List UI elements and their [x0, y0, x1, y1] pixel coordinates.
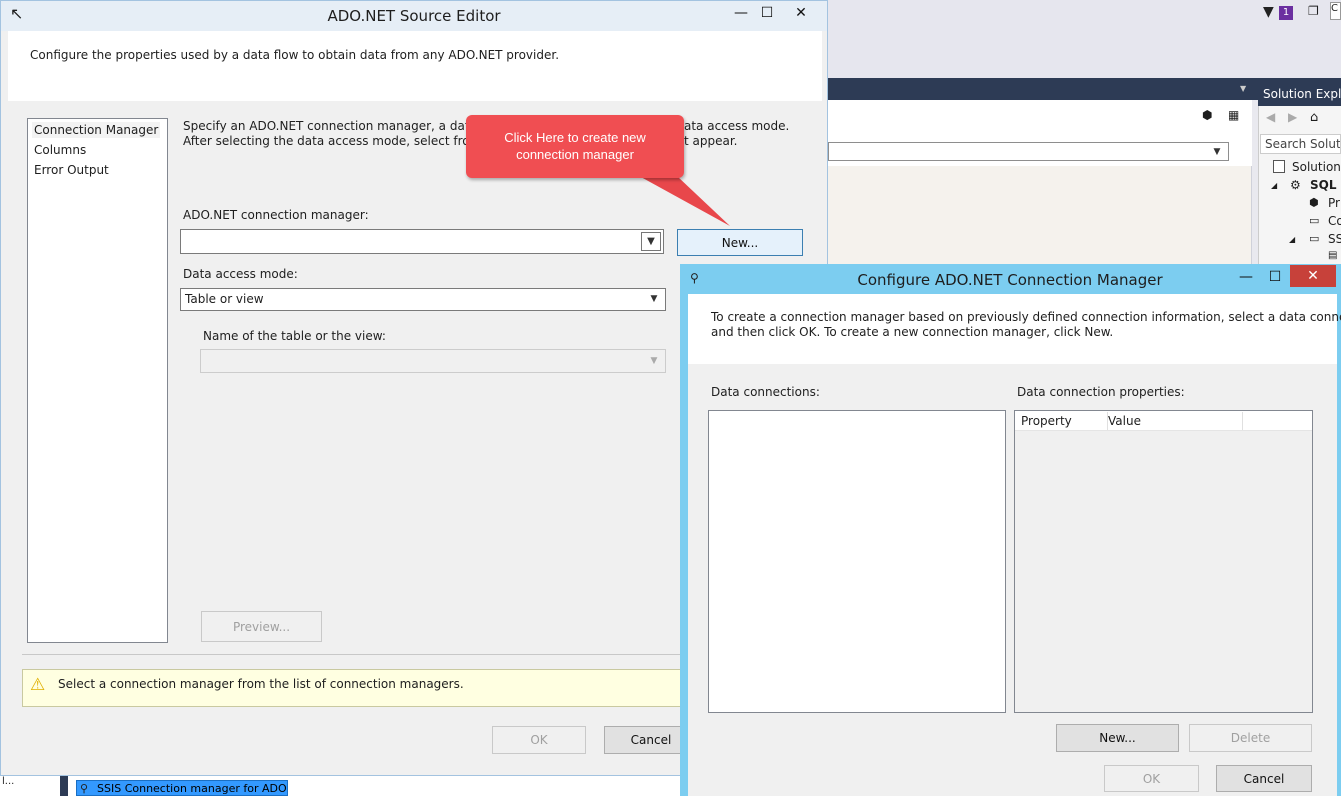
column-header-property[interactable]: Property: [1016, 412, 1108, 430]
data-connections-list[interactable]: [708, 410, 1006, 713]
taskbar-left-text: l...: [2, 776, 15, 787]
conn-dialog-maximize-button[interactable]: ☐: [1261, 266, 1289, 288]
filter-badge: 1: [1279, 6, 1293, 20]
solution-explorer-title[interactable]: Solution Explor: [1258, 82, 1341, 106]
tree-item-pr[interactable]: Pr: [1328, 196, 1340, 210]
data-access-mode-value: Table or view: [185, 292, 264, 306]
close-button[interactable]: ✕: [784, 2, 818, 24]
top-right-box[interactable]: C: [1330, 2, 1341, 20]
project-icon: ⚙: [1290, 178, 1301, 192]
chevron-down-icon: ▼: [650, 294, 658, 304]
tree-item-project[interactable]: SQL S: [1310, 178, 1341, 192]
forward-icon[interactable]: ▶: [1288, 110, 1302, 124]
table-name-label: Name of the table or the view:: [203, 329, 386, 343]
folder-icon: ▭: [1309, 214, 1320, 227]
source-editor-description: Configure the properties used by a data …: [30, 48, 560, 62]
instructions-line1: Specify an ADO.NET connection manager, a…: [183, 119, 507, 133]
source-editor-header: [8, 31, 822, 101]
conn-dialog-ok-button[interactable]: OK: [1104, 765, 1199, 792]
data-connections-label: Data connections:: [711, 385, 820, 399]
preview-button[interactable]: Preview...: [201, 611, 322, 642]
nav-item-columns[interactable]: Columns: [34, 143, 86, 157]
expand-icon[interactable]: ◢: [1271, 181, 1279, 190]
conn-dialog-delete-button[interactable]: Delete: [1189, 724, 1312, 752]
taskbar-item[interactable]: SSIS Connection manager for ADO.NET: [76, 780, 288, 796]
conn-dialog-new-button[interactable]: New...: [1056, 724, 1179, 752]
connection-manager-combo[interactable]: ▼: [180, 229, 664, 254]
tree-item-ss[interactable]: SS: [1328, 232, 1341, 246]
ide-dropdown-arrow-icon[interactable]: ▼: [1240, 84, 1250, 94]
folder-icon: ▭: [1309, 232, 1320, 245]
tree-item-co[interactable]: Co: [1328, 214, 1341, 228]
nav-item-connection-manager[interactable]: Connection Manager: [32, 122, 161, 138]
tree-item-solution[interactable]: Solution ': [1292, 160, 1341, 174]
window-restore-icon[interactable]: ❐: [1308, 4, 1322, 18]
filter-icon[interactable]: ▼: [1263, 4, 1277, 20]
ide-cube-icon[interactable]: ⬢: [1202, 108, 1216, 122]
conn-dialog-cancel-button[interactable]: Cancel: [1216, 765, 1312, 792]
top-right-char: C: [1331, 3, 1338, 14]
ok-button[interactable]: OK: [492, 726, 586, 754]
home-icon[interactable]: ⌂: [1310, 110, 1324, 125]
callout-text-line2: connection manager: [516, 147, 634, 162]
warning-divider: [22, 654, 682, 655]
maximize-button[interactable]: ☐: [750, 2, 784, 24]
expand-icon[interactable]: ◢: [1289, 235, 1297, 244]
ide-grid-icon[interactable]: ▦: [1228, 108, 1242, 122]
table-name-select[interactable]: ▼: [200, 349, 666, 373]
data-connection-properties-label: Data connection properties:: [1017, 385, 1185, 399]
data-access-mode-label: Data access mode:: [183, 267, 298, 281]
ide-object-combo[interactable]: ▼: [828, 142, 1229, 161]
package-icon: ▤: [1328, 250, 1338, 261]
cube-icon: ⬢: [1309, 196, 1319, 209]
connection-manager-label: ADO.NET connection manager:: [183, 208, 369, 222]
instructions-line2-end: t appear.: [684, 134, 738, 148]
chevron-down-icon: ▼: [1213, 146, 1221, 157]
solution-search-input[interactable]: Search Solution: [1260, 134, 1341, 154]
taskbar-item-label: SSIS Connection manager for ADO.NET: [97, 782, 287, 795]
callout-text-line1: Click Here to create new: [504, 130, 646, 145]
taskbar-divider: [60, 776, 68, 796]
conn-dialog-minimize-button[interactable]: —: [1232, 266, 1260, 288]
warning-text: Select a connection manager from the lis…: [58, 677, 464, 691]
nav-item-error-output[interactable]: Error Output: [34, 163, 109, 177]
column-header-value[interactable]: Value: [1103, 412, 1243, 430]
data-access-mode-select[interactable]: Table or view ▼: [180, 288, 666, 311]
back-icon[interactable]: ◀: [1266, 110, 1280, 124]
source-editor-title: ADO.NET Source Editor: [327, 7, 501, 25]
instructions-line1-end: ata access mode.: [684, 119, 790, 133]
conn-dialog-desc-line2: and then click OK. To create a new conne…: [711, 325, 1114, 339]
chevron-down-icon: ▼: [650, 356, 658, 366]
conn-dialog-close-button[interactable]: ✕: [1290, 265, 1336, 287]
solution-icon: [1273, 160, 1285, 173]
properties-grid[interactable]: [1014, 410, 1313, 713]
instructions-line2: After selecting the data access mode, se…: [183, 134, 512, 148]
connection-icon: ⚲: [80, 782, 89, 795]
nav-list: [27, 118, 168, 643]
warning-icon: ⚠: [30, 675, 46, 695]
conn-dialog-desc-line1: To create a connection manager based on …: [711, 310, 1341, 324]
